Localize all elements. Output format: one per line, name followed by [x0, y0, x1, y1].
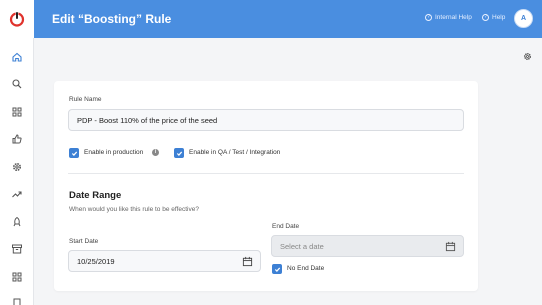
power-logo-icon — [9, 11, 25, 27]
rule-name-label: Rule Name — [69, 96, 102, 103]
section-divider — [68, 173, 464, 174]
page-title: Edit “Boosting” Rule — [52, 12, 172, 26]
enable-production-label: Enable in production — [84, 149, 144, 156]
grid-icon[interactable] — [11, 105, 23, 117]
enable-qa-checkbox[interactable] — [174, 148, 184, 158]
search-icon[interactable] — [11, 77, 23, 89]
calendar-icon[interactable] — [242, 256, 253, 267]
info-icon[interactable]: i — [152, 149, 159, 156]
checkmark-icon — [274, 267, 280, 272]
top-bar: Edit “Boosting” Rule ? Internal Help ? H… — [0, 0, 542, 38]
start-date-input[interactable]: 10/25/2019 — [68, 250, 261, 272]
checkmark-icon — [176, 151, 182, 156]
calendar-icon[interactable] — [445, 241, 456, 252]
gear-icon[interactable] — [11, 160, 23, 172]
rocket-icon[interactable] — [11, 215, 23, 227]
no-end-date-label: No End Date — [287, 265, 325, 272]
checkmark-icon — [71, 151, 77, 156]
question-icon: ? — [482, 14, 489, 21]
question-icon: ? — [425, 14, 432, 21]
internal-help-label: Internal Help — [435, 14, 472, 21]
internal-help-link[interactable]: ? Internal Help — [425, 14, 472, 21]
thumbs-up-icon[interactable] — [11, 132, 23, 144]
start-date-value: 10/25/2019 — [77, 256, 115, 266]
help-label: Help — [492, 14, 506, 21]
start-date-label: Start Date — [69, 238, 99, 245]
end-date-placeholder: Select a date — [280, 241, 324, 251]
end-date-input[interactable]: Select a date — [271, 235, 464, 257]
date-range-title: Date Range — [69, 190, 122, 201]
enable-production-checkbox[interactable] — [69, 148, 79, 158]
avatar[interactable]: A — [514, 9, 533, 28]
rule-form-card: Rule Name PDP - Boost 110% of the price … — [54, 81, 478, 291]
logo-container[interactable] — [0, 0, 34, 38]
home-icon[interactable] — [11, 50, 23, 62]
end-date-label: End Date — [272, 223, 300, 230]
help-link[interactable]: ? Help — [482, 14, 505, 21]
document-icon[interactable] — [11, 296, 23, 305]
trending-icon[interactable] — [11, 187, 23, 199]
archive-icon[interactable] — [11, 242, 23, 254]
rule-name-input[interactable]: PDP - Boost 110% of the price of the see… — [68, 109, 464, 131]
enable-qa-label: Enable in QA / Test / Integration — [189, 149, 281, 156]
no-end-date-checkbox[interactable] — [272, 264, 282, 274]
date-range-subtitle: When would you like this rule to be effe… — [69, 206, 199, 213]
apps-icon[interactable] — [11, 270, 23, 282]
sidebar — [0, 38, 34, 305]
settings-gear-icon[interactable] — [523, 52, 532, 61]
